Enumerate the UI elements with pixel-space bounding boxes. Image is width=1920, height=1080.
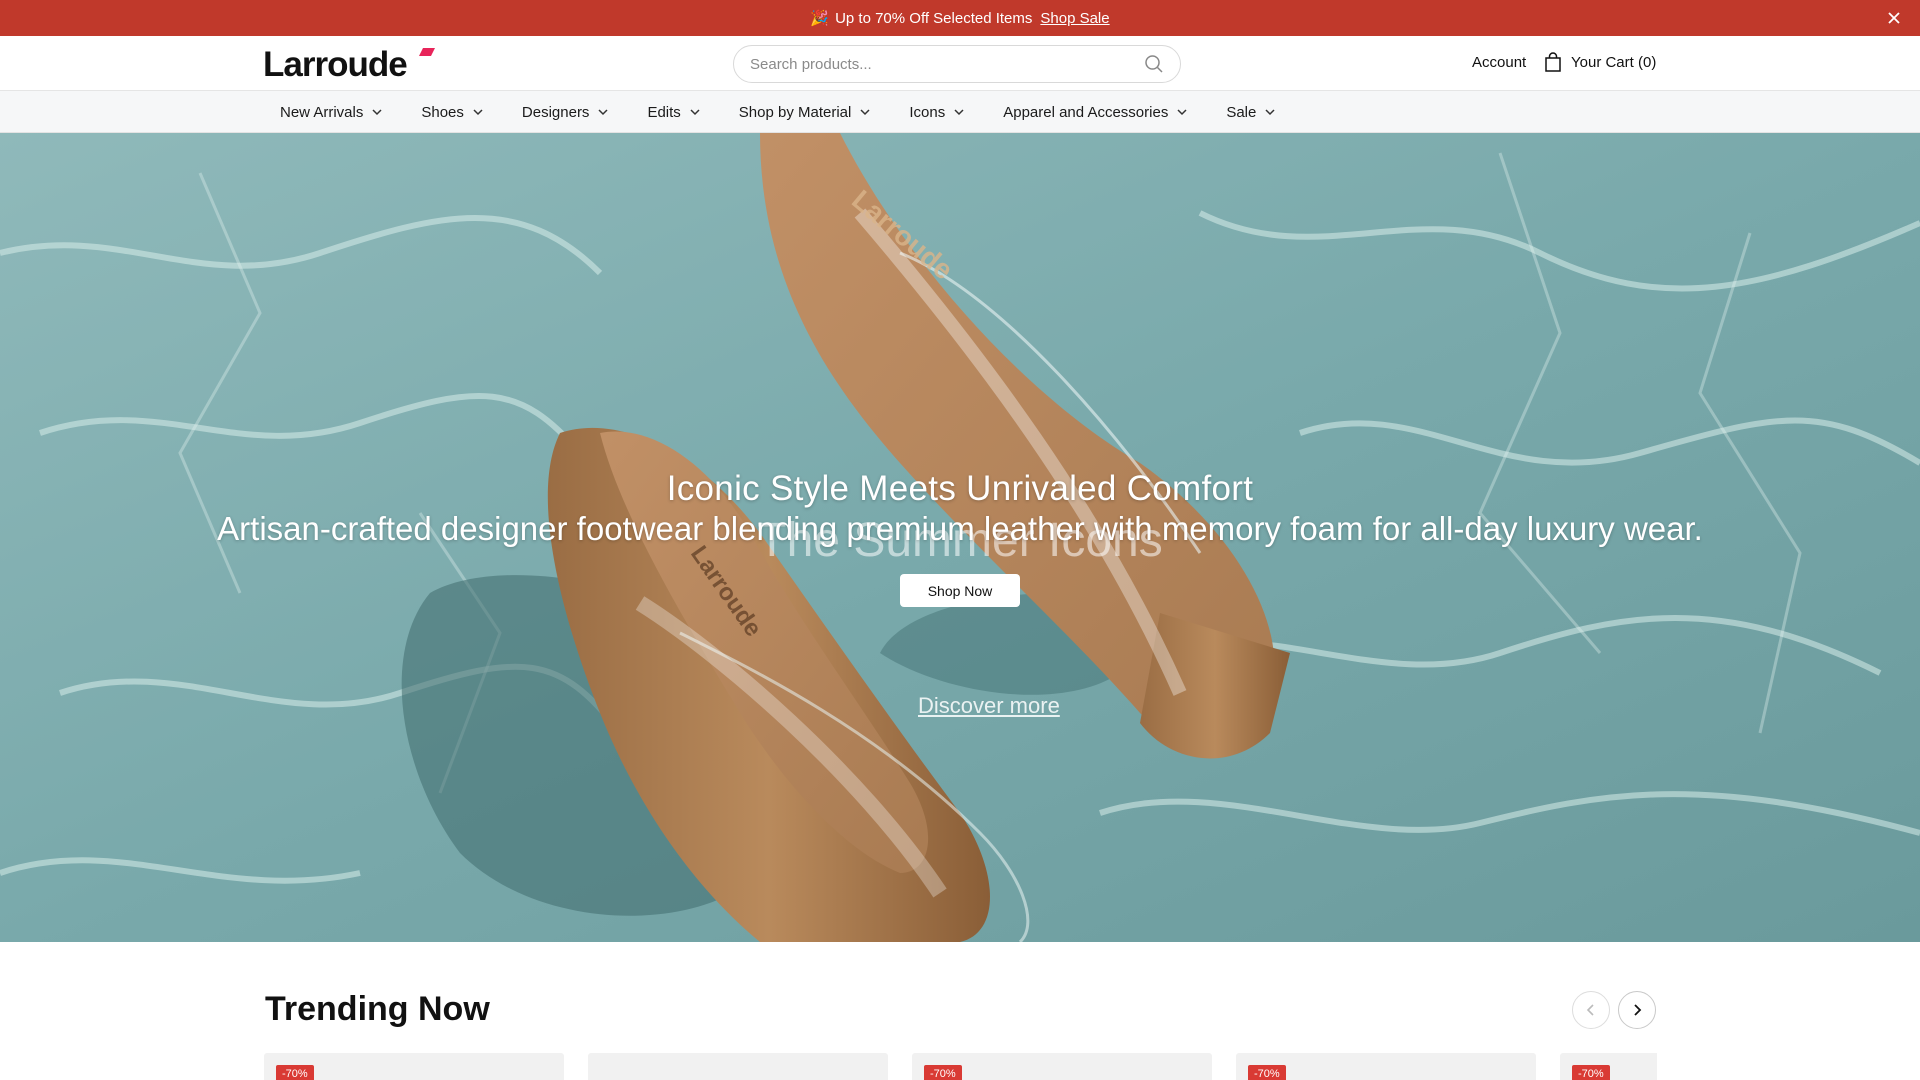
product-card[interactable]: -70%: [912, 1053, 1212, 1080]
chevron-down-icon: [1177, 109, 1187, 116]
chevron-down-icon: [372, 109, 382, 116]
trending-title: Trending Now: [265, 990, 490, 1028]
cart-link[interactable]: Your Cart (0): [1544, 52, 1656, 72]
chevron-right-icon: [1634, 1004, 1642, 1016]
product-card[interactable]: -70%: [1236, 1053, 1536, 1080]
chevron-left-icon: [1586, 1004, 1594, 1016]
chevron-down-icon: [598, 109, 608, 116]
party-icon: 🎉: [810, 10, 830, 27]
product-card[interactable]: -70%: [1560, 1053, 1657, 1080]
hero-subtitle: Artisan-crafted designer footwear blendi…: [217, 510, 1703, 547]
discover-more-link[interactable]: Discover more: [918, 693, 1060, 719]
main-navigation: New Arrivals Shoes Designers Edits Shop by M…: [0, 91, 1920, 133]
shop-sale-link[interactable]: Shop Sale: [1040, 10, 1109, 27]
nav-item-new-arrivals[interactable]: New Arrivals: [280, 104, 383, 121]
account-link[interactable]: Account: [1472, 54, 1526, 71]
bag-icon: [1545, 52, 1561, 72]
search-box[interactable]: [733, 45, 1181, 83]
discount-badge: -70%: [1248, 1065, 1286, 1080]
product-card[interactable]: [588, 1053, 888, 1080]
chevron-down-icon: [860, 109, 870, 116]
nav-item-sale[interactable]: Sale: [1226, 104, 1276, 121]
shop-now-button[interactable]: Shop Now: [900, 574, 1020, 607]
svg-text:Larroude: Larroude: [263, 45, 407, 84]
product-card[interactable]: -70%: [264, 1053, 564, 1080]
search-icon[interactable]: [1144, 54, 1164, 74]
nav-item-shoes[interactable]: Shoes: [421, 104, 484, 121]
chevron-down-icon: [1265, 109, 1275, 116]
chevron-down-icon: [690, 109, 700, 116]
nav-item-label: Icons: [909, 103, 946, 121]
nav-item-label: Shoes: [421, 103, 464, 121]
carousel-prev-button[interactable]: [1572, 991, 1610, 1029]
search-input[interactable]: [750, 55, 1144, 73]
nav-item-label: Sale: [1226, 103, 1257, 121]
nav-item-label: New Arrivals: [280, 103, 364, 121]
hero-title: Iconic Style Meets Unrivaled Comfort: [666, 469, 1254, 508]
discount-badge: -70%: [1572, 1065, 1610, 1080]
nav-item-apparel-and-accessories[interactable]: Apparel and Accessories: [1003, 104, 1188, 121]
close-icon[interactable]: [1884, 8, 1904, 28]
chevron-down-icon: [954, 109, 964, 116]
nav-item-label: Apparel and Accessories: [1003, 103, 1169, 121]
carousel-next-button[interactable]: [1618, 991, 1656, 1029]
trending-carousel: -70% -70% -70% -70%: [264, 1053, 1657, 1080]
chevron-down-icon: [473, 109, 483, 116]
cart-label: Your Cart (0): [1571, 53, 1657, 71]
nav-item-shop-by-material[interactable]: Shop by Material: [739, 104, 872, 121]
brand-logo[interactable]: Larroude: [263, 44, 445, 84]
hero-banner: Larroude Larroude The Summer Icons Iconi…: [0, 133, 1920, 942]
discount-badge: -70%: [276, 1065, 314, 1080]
nav-item-label: Edits: [647, 103, 681, 121]
nav-item-label: Designers: [521, 103, 590, 121]
nav-item-label: Shop by Material: [738, 103, 852, 121]
nav-item-icons[interactable]: Icons: [909, 104, 965, 121]
site-header: Larroude Account Your Cart (0): [0, 36, 1920, 91]
discount-badge: -70%: [924, 1065, 962, 1080]
nav-item-designers[interactable]: Designers: [522, 104, 610, 121]
announcement-text: Up to 70% Off Selected Items: [835, 9, 1033, 27]
nav-item-edits[interactable]: Edits: [647, 104, 700, 121]
announcement-bar: 🎉 Up to 70% Off Selected Items Shop Sale: [0, 0, 1920, 36]
